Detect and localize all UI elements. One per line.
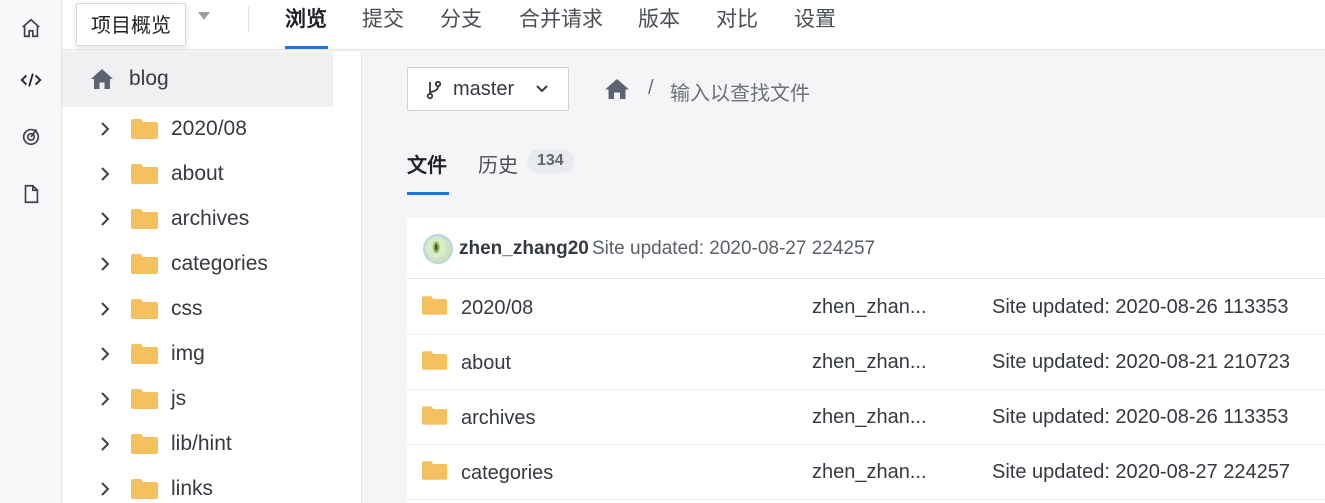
kiwi-avatar-icon [425, 236, 447, 258]
active-tab-indicator [285, 46, 328, 49]
chevron-right-icon[interactable] [98, 256, 112, 272]
file-commit-message[interactable]: Site updated: 2020-08-21 210723 [992, 351, 1290, 374]
tree-item-label: lib/hint [171, 432, 232, 455]
tree-root-label: blog [129, 67, 169, 90]
file-name[interactable]: about [461, 352, 511, 375]
file-search-input[interactable]: 输入以查找文件 [670, 77, 810, 106]
tree-item-label: categories [171, 252, 268, 275]
folder-icon [131, 119, 158, 139]
chevron-right-icon[interactable] [98, 391, 112, 407]
main-content: master / 输入以查找文件 文件 历史 134 zhen_zhang20 … [363, 51, 1325, 503]
chevron-right-icon[interactable] [98, 436, 112, 452]
commit-message[interactable]: Site updated: 2020-08-27 224257 [592, 238, 875, 260]
tree-item-label: links [171, 477, 214, 500]
rail-home-button[interactable] [0, 0, 62, 56]
tree-item[interactable]: img [62, 333, 333, 378]
folder-icon [131, 209, 158, 229]
folder-icon [422, 461, 447, 480]
folder-icon [131, 344, 158, 364]
tree-item[interactable]: archives [62, 198, 333, 243]
file-name[interactable]: archives [461, 407, 535, 430]
breadcrumb-separator: / [648, 77, 654, 99]
latest-commit-bar: zhen_zhang20 Site updated: 2020-08-27 22… [407, 218, 1325, 279]
tree-item[interactable]: links [62, 468, 333, 503]
table-row[interactable]: archives zhen_zhan... Site updated: 2020… [407, 390, 1325, 445]
rail-code-button[interactable] [0, 52, 62, 108]
chevron-right-icon[interactable] [98, 166, 112, 182]
chevron-right-icon[interactable] [98, 346, 112, 362]
folder-icon [131, 254, 158, 274]
tree-item[interactable]: js [62, 378, 333, 423]
chevron-right-icon[interactable] [98, 301, 112, 317]
file-author: zhen_zhan... [812, 351, 927, 373]
tab-history[interactable]: 历史 [478, 149, 518, 178]
commit-author[interactable]: zhen_zhang20 [459, 238, 589, 260]
home-icon [91, 69, 113, 89]
tree-item-label: js [171, 387, 187, 410]
avatar[interactable] [423, 234, 453, 264]
chevron-down-icon[interactable] [198, 12, 210, 20]
tree-item-label: css [171, 297, 203, 320]
table-row[interactable]: categories zhen_zhan... Site updated: 20… [407, 445, 1325, 500]
file-commit-message[interactable]: Site updated: 2020-08-26 113353 [992, 296, 1289, 319]
icon-rail [0, 0, 62, 503]
folder-icon [131, 299, 158, 319]
folder-icon [131, 434, 158, 454]
branch-label: master [453, 78, 515, 100]
rail-file-button[interactable] [0, 166, 62, 222]
tab-settings[interactable]: 设置 [794, 3, 836, 33]
tree-item-label: 2020/08 [171, 117, 247, 140]
tab-releases[interactable]: 版本 [638, 3, 680, 33]
tree-item-label: img [171, 342, 205, 365]
tree-item-label: about [171, 162, 224, 185]
tree-item[interactable]: css [62, 288, 333, 333]
file-author: zhen_zhan... [812, 406, 927, 428]
tree-item[interactable]: lib/hint [62, 423, 333, 468]
tab-merge-requests[interactable]: 合并请求 [519, 3, 603, 33]
active-tab-indicator [407, 192, 449, 195]
divider [248, 6, 249, 32]
file-tree-sidebar: blog 2020/08 about archives categories c… [62, 52, 362, 503]
dashboard-icon [22, 128, 40, 146]
tree-item[interactable]: about [62, 153, 333, 198]
file-commit-message[interactable]: Site updated: 2020-08-26 113353 [992, 406, 1289, 429]
tree-item[interactable]: categories [62, 243, 333, 288]
file-author: zhen_zhan... [812, 461, 927, 483]
table-row[interactable]: about zhen_zhan... Site updated: 2020-08… [407, 335, 1325, 390]
folder-icon [131, 479, 158, 499]
home-icon [22, 18, 40, 38]
file-commit-message[interactable]: Site updated: 2020-08-27 224257 [992, 461, 1290, 484]
branch-selector[interactable]: master [407, 67, 569, 111]
folder-icon [131, 389, 158, 409]
file-list-card: zhen_zhang20 Site updated: 2020-08-27 22… [407, 218, 1325, 503]
folder-icon [131, 164, 158, 184]
top-nav: 浏览 提交 分支 合并请求 版本 对比 设置 [62, 0, 1325, 50]
table-row[interactable]: 2020/08 zhen_zhan... Site updated: 2020-… [407, 280, 1325, 335]
folder-icon [422, 351, 447, 370]
chevron-right-icon[interactable] [98, 121, 112, 137]
chevron-right-icon[interactable] [98, 481, 112, 497]
rail-dashboard-button[interactable] [0, 108, 62, 164]
file-name[interactable]: 2020/08 [461, 297, 533, 320]
chevron-down-icon [536, 85, 548, 93]
tab-compare[interactable]: 对比 [716, 3, 758, 33]
tab-files[interactable]: 文件 [407, 149, 447, 178]
folder-icon [422, 296, 447, 315]
project-overview-tooltip: 项目概览 [76, 3, 186, 46]
code-icon [20, 73, 42, 87]
tab-browse[interactable]: 浏览 [285, 3, 327, 33]
folder-icon [422, 406, 447, 425]
history-count-badge: 134 [527, 149, 574, 173]
tab-commits[interactable]: 提交 [362, 3, 404, 33]
tree-root-item[interactable]: blog [62, 52, 333, 107]
file-author: zhen_zhan... [812, 296, 927, 318]
file-name[interactable]: categories [461, 462, 553, 485]
branch-icon [426, 80, 442, 100]
tree-item-label: archives [171, 207, 250, 230]
chevron-right-icon[interactable] [98, 211, 112, 227]
tree-item[interactable]: 2020/08 [62, 108, 333, 153]
file-icon [24, 184, 39, 204]
home-icon[interactable] [604, 78, 630, 100]
tab-branches[interactable]: 分支 [440, 3, 482, 33]
